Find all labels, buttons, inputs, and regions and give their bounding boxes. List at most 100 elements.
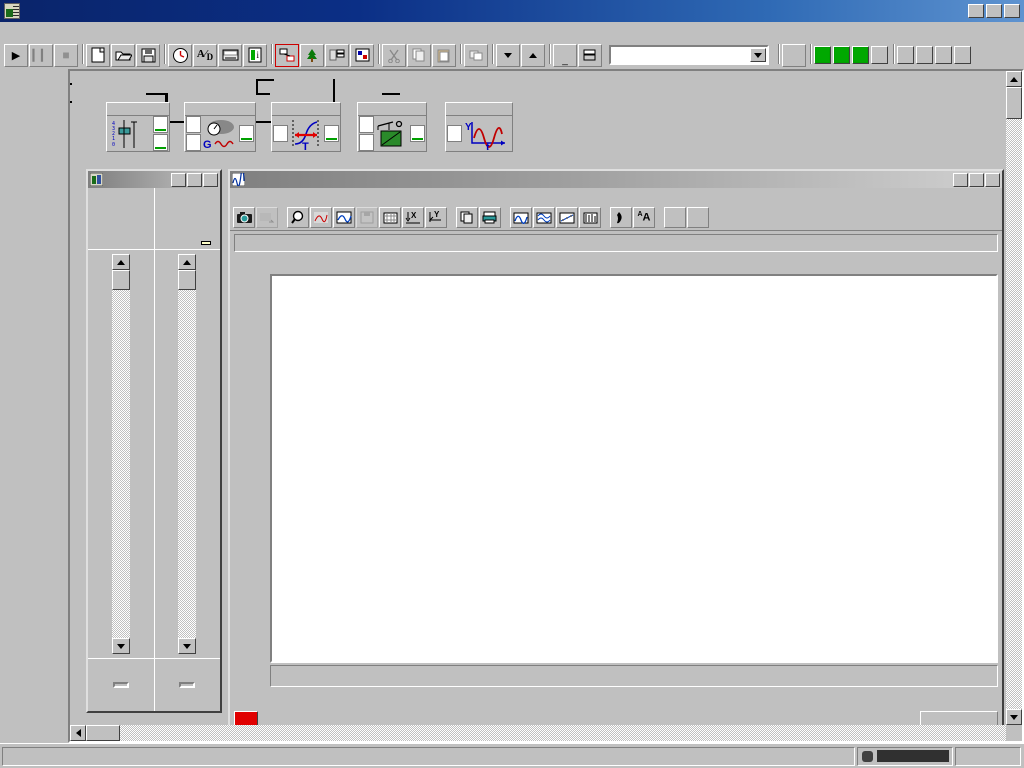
stop-button[interactable]: ■: [54, 43, 78, 67]
grid-button[interactable]: [379, 207, 401, 228]
copy-chart-button[interactable]: [456, 207, 478, 228]
chart-stacked-button[interactable]: [533, 207, 555, 228]
paste-button[interactable]: [432, 43, 456, 67]
menu-item-options[interactable]: [88, 30, 102, 34]
scope-minimize-button[interactable]: [953, 172, 968, 187]
menu-item-edit[interactable]: [18, 30, 32, 34]
horizontal-scroll-track[interactable]: [86, 725, 1006, 741]
vertical-scroll-thumb[interactable]: [1006, 87, 1022, 119]
port-in-0[interactable]: [447, 125, 462, 142]
chart-bars-button[interactable]: [579, 207, 601, 228]
save-file-button[interactable]: [136, 43, 160, 67]
slider-minimize-button[interactable]: [171, 172, 186, 187]
module-block-generator[interactable]: G: [184, 102, 256, 152]
slider-window-titlebar[interactable]: [88, 171, 220, 188]
plot-canvas[interactable]: [270, 274, 998, 663]
port-in-0[interactable]: [186, 116, 201, 133]
slider-close-button[interactable]: [203, 172, 218, 187]
scope-window[interactable]: X Y AA: [228, 169, 1004, 735]
page-button-2[interactable]: [833, 46, 850, 64]
port-out-0[interactable]: [324, 125, 339, 142]
port-in-1[interactable]: [186, 134, 201, 151]
slider-frequency-trough[interactable]: [111, 270, 130, 638]
menu-item-experiment[interactable]: [60, 30, 74, 34]
worksheet-horizontal-scrollbar[interactable]: [70, 725, 1006, 741]
vertical-scroll-track[interactable]: [1006, 87, 1022, 709]
dropdown-up-button[interactable]: [521, 43, 545, 67]
page-button-3[interactable]: [852, 46, 869, 64]
scroll-up-button[interactable]: [1006, 71, 1022, 87]
menu-item-file[interactable]: [4, 30, 18, 34]
scope-menu-display[interactable]: [248, 196, 262, 198]
chart-style-button[interactable]: [510, 207, 532, 228]
worksheet-info-button[interactable]: i: [243, 43, 267, 67]
module-block-relay[interactable]: [357, 102, 427, 152]
scope-menu-text[interactable]: [276, 196, 290, 198]
minimize-all-button[interactable]: _: [553, 43, 577, 67]
timebase-button[interactable]: [168, 43, 192, 67]
scope-menu-survey[interactable]: [262, 196, 276, 198]
close-window-button[interactable]: [1004, 4, 1020, 18]
scroll-left-button[interactable]: [70, 725, 86, 741]
open-file-button[interactable]: [111, 43, 135, 67]
menu-item-modules[interactable]: [32, 30, 46, 34]
scroll-down-button[interactable]: [1006, 709, 1022, 725]
curve-select-button[interactable]: [333, 207, 355, 228]
page-button-7[interactable]: [935, 46, 952, 64]
port-out-1[interactable]: [153, 134, 168, 151]
slider-amplitude-trough[interactable]: [178, 270, 197, 638]
module-block-scope[interactable]: Y t: [445, 102, 513, 152]
ad-settings-button[interactable]: A⁄D: [193, 43, 217, 67]
menu-item-help[interactable]: [116, 30, 130, 34]
hardware-setup-button[interactable]: [218, 43, 242, 67]
minimize-window-button[interactable]: [968, 4, 984, 18]
slider-window[interactable]: [86, 169, 222, 713]
page-button-5[interactable]: [897, 46, 914, 64]
start-button[interactable]: ▶: [4, 43, 28, 67]
pointer-button[interactable]: [610, 207, 632, 228]
export-snapshot-button[interactable]: [256, 207, 278, 228]
scope-window-titlebar[interactable]: [230, 171, 1002, 188]
page-button-8[interactable]: [954, 46, 971, 64]
slider-amplitude-track[interactable]: [154, 250, 220, 659]
y-scale-button[interactable]: Y: [425, 207, 447, 228]
zoom-region-button[interactable]: [310, 207, 332, 228]
slider-frequency-down-button[interactable]: [111, 638, 130, 654]
tile-windows-button[interactable]: [578, 43, 602, 67]
help-button[interactable]: [782, 43, 806, 67]
zoom-button[interactable]: [287, 207, 309, 228]
scope-maximize-button[interactable]: [969, 172, 984, 187]
cut-button[interactable]: [382, 43, 406, 67]
slider-frequency-track[interactable]: [88, 250, 154, 659]
layout-button[interactable]: [350, 43, 374, 67]
slider-amplitude-up-button[interactable]: [178, 254, 197, 270]
save-data-button[interactable]: [356, 207, 378, 228]
horizontal-scroll-thumb[interactable]: [86, 725, 120, 741]
menu-item-window[interactable]: [102, 30, 116, 34]
module-block-slider[interactable]: 4 3 2 1 0: [106, 102, 170, 152]
menu-item-view[interactable]: [74, 30, 88, 34]
port-out-0[interactable]: [239, 125, 254, 142]
worksheet-vertical-scrollbar[interactable]: [1006, 71, 1022, 725]
port-out-0[interactable]: [153, 116, 168, 133]
slider-maximize-button[interactable]: [187, 172, 202, 187]
port-in-i[interactable]: [359, 134, 374, 151]
listview-button[interactable]: [325, 43, 349, 67]
page-button-6[interactable]: [916, 46, 933, 64]
main-titlebar[interactable]: [0, 0, 1024, 22]
x-scale-button[interactable]: X: [402, 207, 424, 228]
new-document-button[interactable]: [86, 43, 110, 67]
scope-menu-help[interactable]: [290, 196, 304, 198]
port-in-x[interactable]: [359, 116, 374, 133]
dropdown-down-button[interactable]: [496, 43, 520, 67]
chevron-down-icon[interactable]: [750, 48, 766, 62]
port-in-0[interactable]: [273, 125, 288, 142]
scope-close-button[interactable]: [985, 172, 1000, 187]
restore-window-button[interactable]: [986, 4, 1002, 18]
print-chart-button[interactable]: [479, 207, 501, 228]
slider-frequency-up-button[interactable]: [111, 254, 130, 270]
font-button[interactable]: AA: [633, 207, 655, 228]
port-out-0[interactable]: [410, 125, 425, 142]
worksheet-canvas[interactable]: 4 3 2 1 0 G T Y t X Y AA: [70, 71, 1006, 735]
slider-amplitude-down-button[interactable]: [178, 638, 197, 654]
